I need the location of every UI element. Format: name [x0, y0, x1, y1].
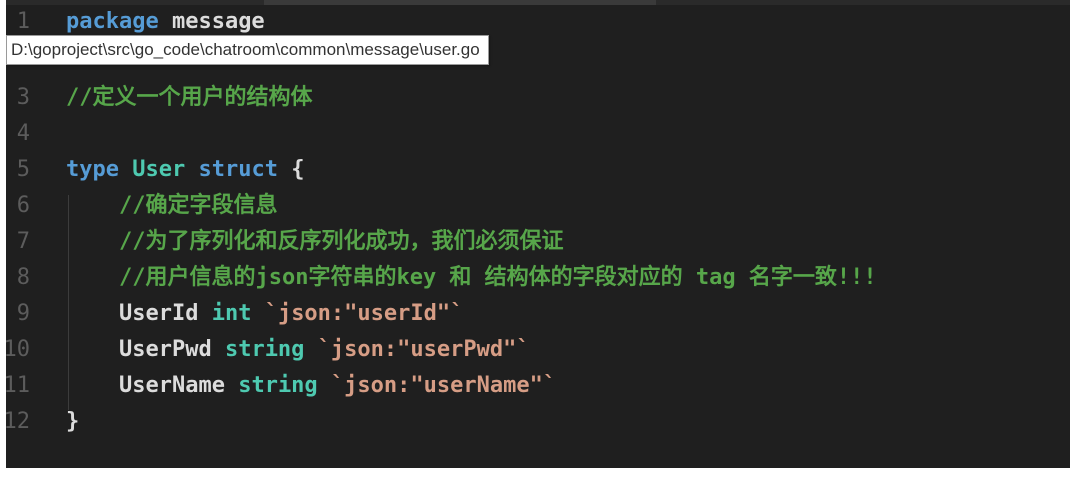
line-code: //确定字段信息 [66, 188, 278, 224]
line-code: } [66, 404, 79, 440]
code-token: } [66, 409, 80, 434]
line-number: 12 [6, 409, 30, 434]
code-token: //确定字段信息 [66, 193, 278, 218]
line-number: 10 [6, 337, 30, 362]
code-token: UserId [66, 301, 199, 326]
code-token: string [224, 337, 305, 362]
code-token: type [66, 157, 119, 182]
line-number: 4 [16, 121, 30, 146]
line-code: //定义一个用户的结构体 [66, 80, 313, 116]
code-token: User [132, 157, 186, 182]
code-token: `json:"userPwd"` [304, 337, 530, 362]
tab-segment [264, 0, 656, 5]
code-editor[interactable]: 1 package message 3//定义一个用户的结构体 4 5 type User… [6, 0, 1070, 468]
code-token: string [238, 373, 318, 398]
file-path-tooltip: D:\goproject\src\go_code\chatroom\common… [6, 35, 489, 65]
line-code: //为了序列化和反序列化成功，我们必须保证 [66, 224, 564, 260]
line-number: 6 [16, 193, 30, 218]
code-token: //用户信息的json字符串的key 和 结构体的字段对应的 tag 名字一致!… [66, 265, 877, 290]
line-code: UserPwd string `json:"userPwd"` [66, 332, 530, 368]
line-number: 9 [16, 301, 30, 326]
code-token: UserPwd [66, 337, 212, 362]
code-token: message [158, 9, 265, 34]
code-token: package [66, 9, 159, 34]
code-token: int [211, 301, 252, 326]
line-number: 3 [16, 85, 30, 110]
code-token: `json:"userId"` [251, 301, 464, 326]
code-token: `json:"userName"` [317, 373, 557, 398]
code-token: //为了序列化和反序列化成功，我们必须保证 [66, 229, 564, 254]
line-number: 8 [16, 265, 30, 290]
line-code: UserId int `json:"userId"` [66, 296, 463, 332]
line-number: 11 [6, 373, 30, 398]
line-number: 7 [16, 229, 30, 254]
code-token: UserName [66, 373, 225, 398]
code-token: //定义一个用户的结构体 [66, 85, 313, 110]
line-code: UserName string `json:"userName"` [66, 368, 556, 404]
line-code: //用户信息的json字符串的key 和 结构体的字段对应的 tag 名字一致!… [66, 260, 877, 296]
line-code: type User struct { [66, 152, 304, 188]
code-token: { [277, 157, 305, 182]
code-token: struct [198, 157, 278, 182]
line-number: 5 [16, 157, 30, 182]
